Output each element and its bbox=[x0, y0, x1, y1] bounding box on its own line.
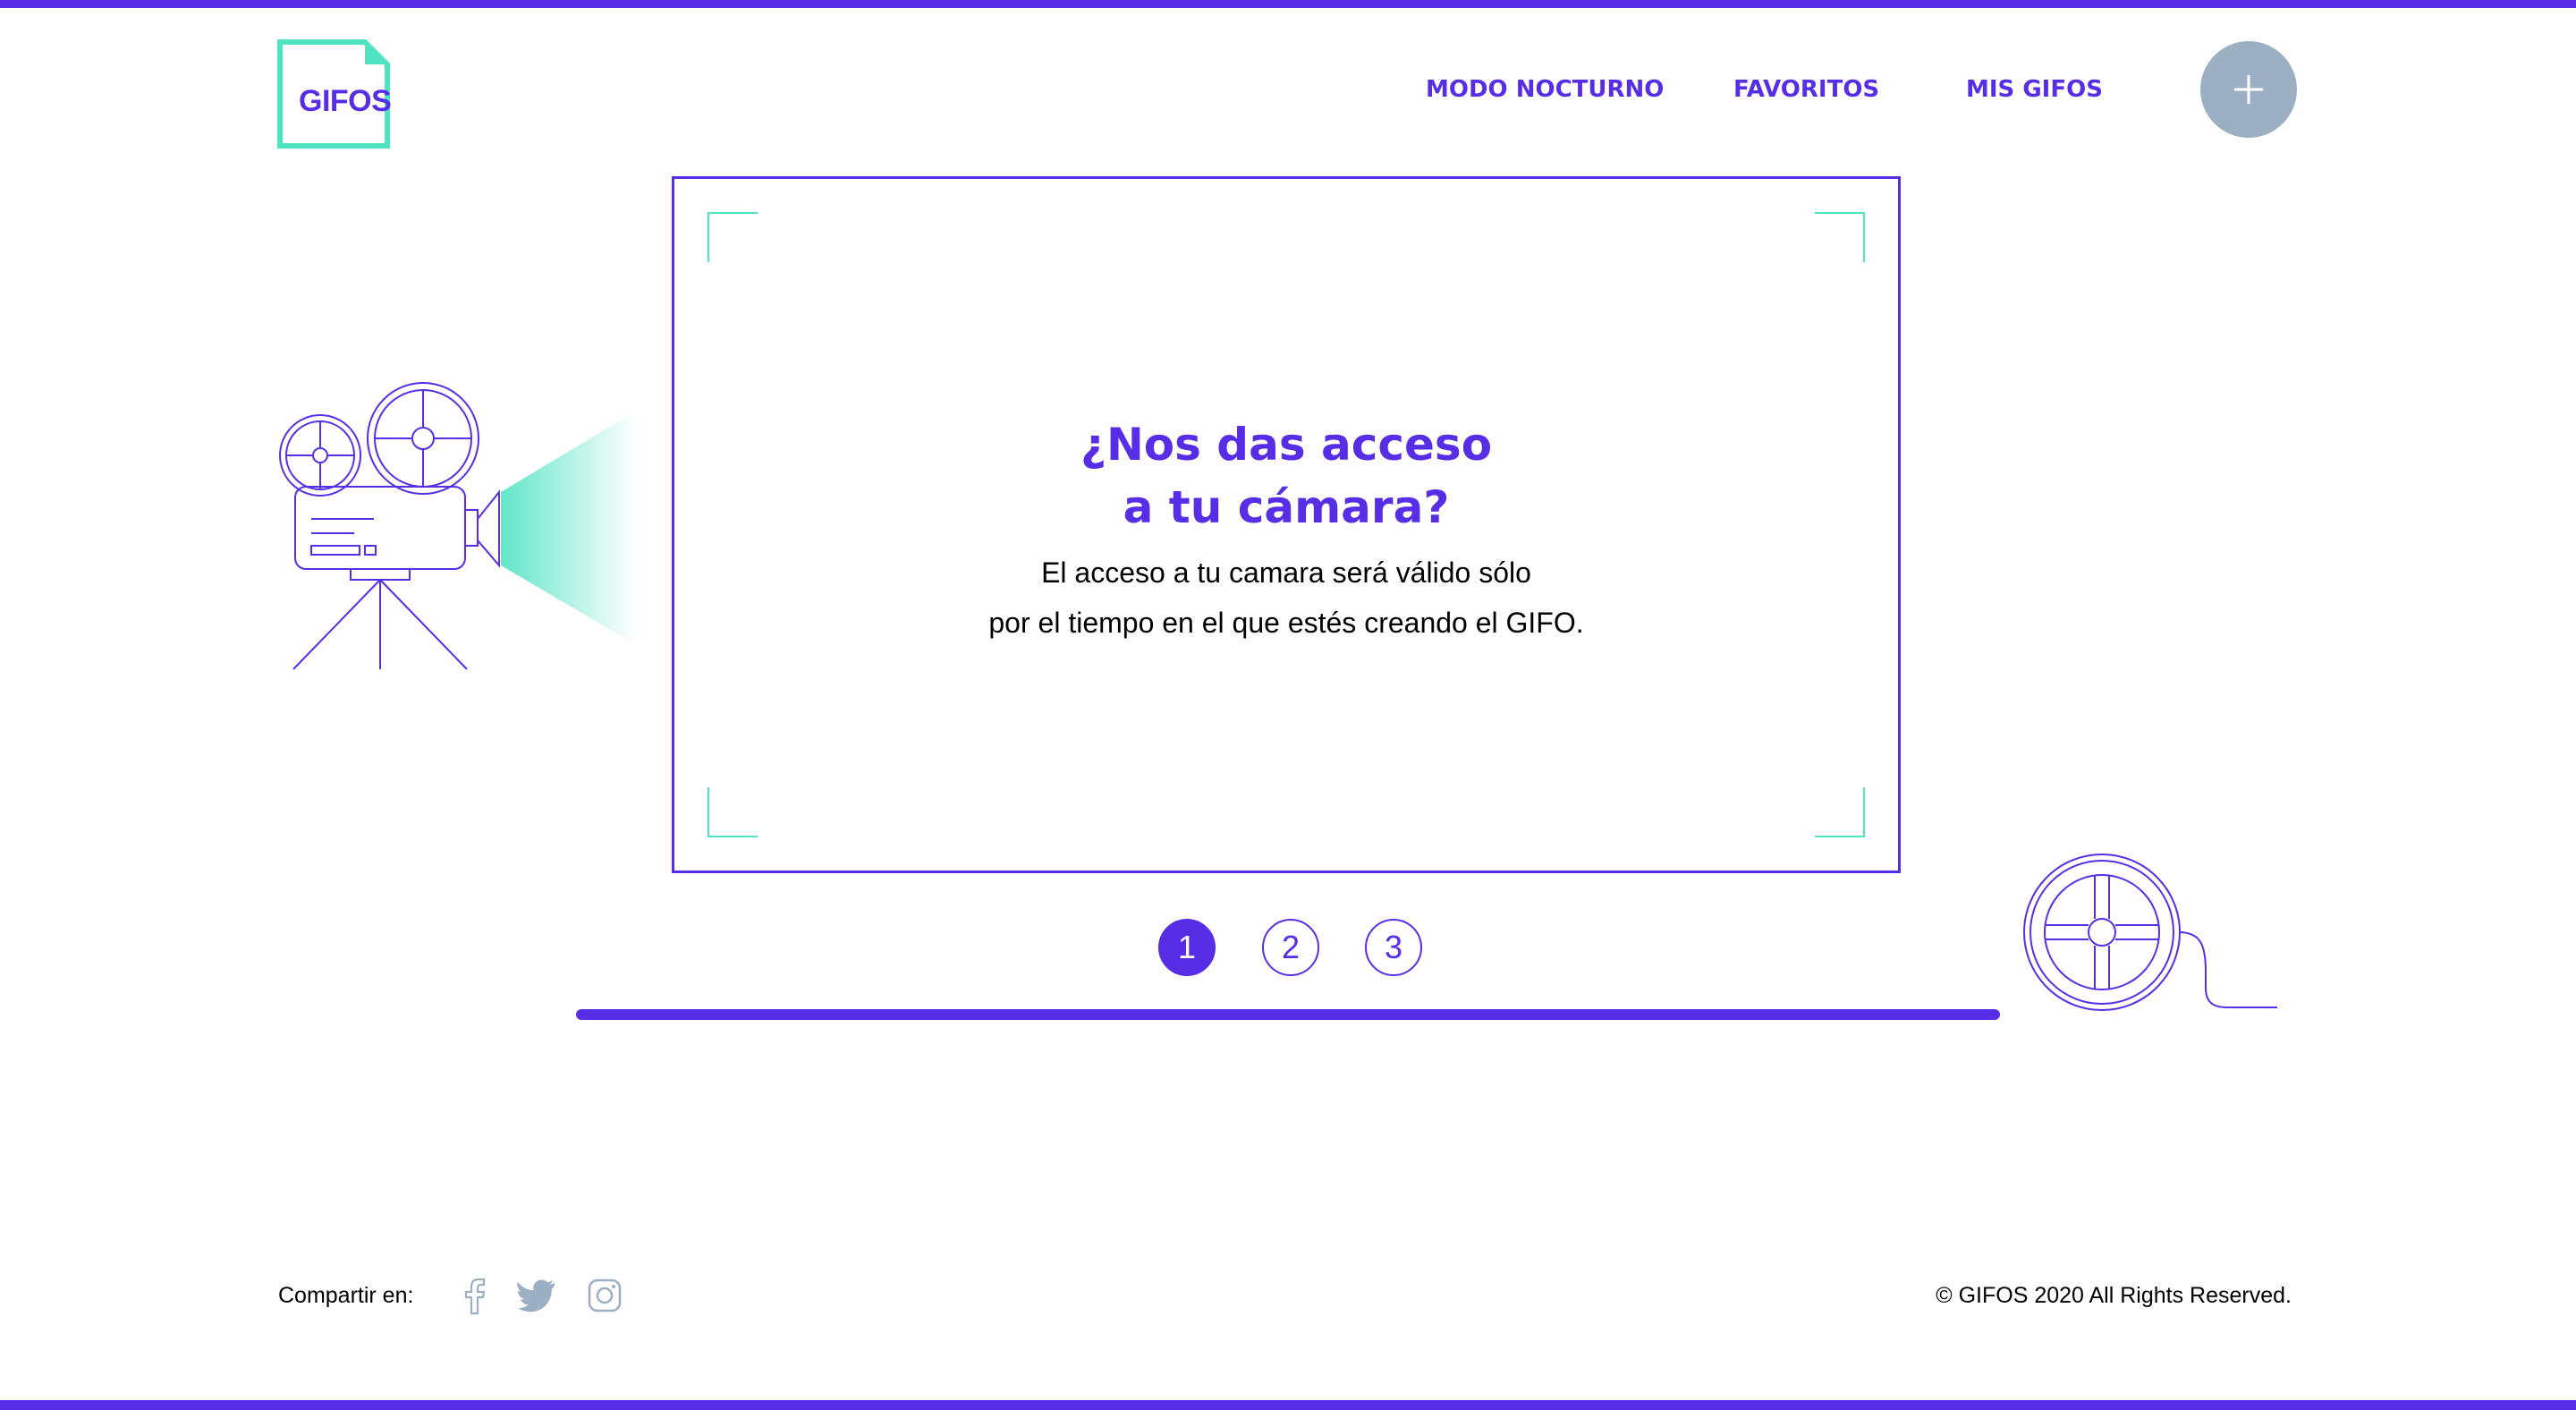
step-2[interactable]: 2 bbox=[1262, 919, 1319, 976]
title-line-2: a tu cámara? bbox=[1123, 481, 1450, 533]
twitter-icon[interactable] bbox=[517, 1278, 556, 1313]
camera-preview-frame: ¿Nos das acceso a tu cámara? El acceso a… bbox=[672, 176, 1901, 873]
film-reel-illustration bbox=[2023, 854, 2277, 1011]
logo-text: GIFOS bbox=[299, 84, 392, 118]
plus-icon bbox=[2234, 75, 2263, 104]
instagram-icon[interactable] bbox=[587, 1278, 623, 1313]
step-3[interactable]: 3 bbox=[1365, 919, 1422, 976]
nav-favoritos[interactable]: FAVORITOS bbox=[1733, 72, 1879, 107]
text-line-2: por el tiempo en el que estés creando el… bbox=[988, 607, 1584, 639]
camera-access-text: El acceso a tu camara será válido sólo p… bbox=[674, 548, 1898, 648]
share-label: Compartir en: bbox=[278, 1283, 414, 1308]
film-camera-illustration bbox=[279, 382, 635, 670]
step-1[interactable]: 1 bbox=[1158, 919, 1216, 976]
nav-modo-nocturno[interactable]: MODO NOCTURNO bbox=[1426, 72, 1664, 107]
progress-line bbox=[576, 1009, 2000, 1020]
gifos-logo[interactable]: GIFOS bbox=[277, 39, 392, 149]
copyright-text: © GIFOS 2020 All Rights Reserved. bbox=[1936, 1283, 2292, 1308]
title-line-1: ¿Nos das acceso bbox=[1080, 419, 1493, 471]
facebook-icon[interactable] bbox=[462, 1278, 487, 1315]
text-line-1: El acceso a tu camara será válido sólo bbox=[1041, 556, 1531, 589]
corner-bottom-left bbox=[708, 787, 758, 837]
corner-top-left bbox=[708, 212, 758, 262]
top-accent-bar bbox=[0, 0, 2576, 8]
create-gif-button[interactable] bbox=[2200, 41, 2297, 138]
camera-access-title: ¿Nos das acceso a tu cámara? bbox=[674, 413, 1898, 539]
corner-top-right bbox=[1815, 212, 1865, 262]
nav-mis-gifos[interactable]: MIS GIFOS bbox=[1966, 72, 2103, 107]
bottom-accent-bar bbox=[0, 1400, 2576, 1410]
corner-bottom-right bbox=[1815, 787, 1865, 837]
